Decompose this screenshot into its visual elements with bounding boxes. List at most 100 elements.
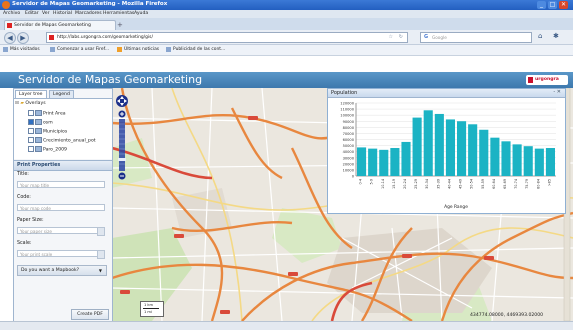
print-properties-header[interactable]: Print Properties bbox=[14, 160, 112, 171]
zoom-slider[interactable] bbox=[119, 119, 125, 171]
window-title: Servidor de Mapas Geomarketing - Mozilla… bbox=[12, 1, 168, 7]
chart-window-controls[interactable]: - ✕ bbox=[553, 89, 561, 95]
population-chart-window[interactable]: Population - ✕ 0 10000 20000 30000 40000 5000… bbox=[327, 88, 566, 214]
title-input[interactable]: Your map title bbox=[17, 181, 105, 188]
x-tick-label: 55-59 bbox=[481, 179, 485, 189]
tree-node-print-area[interactable]: Print Area bbox=[28, 110, 66, 117]
chart-bar bbox=[412, 117, 422, 176]
zoom-handle[interactable] bbox=[118, 158, 126, 161]
x-tick-label: 25-29 bbox=[414, 179, 418, 189]
home-icon[interactable]: ⌂ bbox=[538, 32, 542, 40]
firefox-icon bbox=[2, 1, 10, 9]
bookmark-icon bbox=[50, 47, 55, 52]
menu-marcadores[interactable]: Marcadores bbox=[75, 11, 102, 16]
mapbook-dropdown[interactable]: Do you want a Mapbook? ▼ bbox=[17, 265, 107, 276]
paper-size-label: Paper Size: bbox=[17, 218, 44, 223]
x-tick-label: 75-79 bbox=[525, 179, 529, 189]
tree-node-paro[interactable]: Paro_2009 bbox=[28, 146, 67, 153]
x-tick-label: 30-34 bbox=[425, 179, 429, 189]
search-bar[interactable]: G Google bbox=[420, 32, 532, 43]
chevron-down-icon[interactable] bbox=[97, 250, 105, 259]
new-tab-button[interactable]: + bbox=[117, 21, 123, 29]
title-label: Title: bbox=[17, 172, 29, 177]
layer-checkbox[interactable] bbox=[28, 146, 34, 152]
minimize-button[interactable]: _ bbox=[537, 1, 546, 9]
url-bar[interactable]: http://labs.urgongra.com/geomarketing/gi… bbox=[46, 32, 408, 43]
layer-icon bbox=[35, 146, 42, 152]
x-tick-label: 80-84 bbox=[536, 179, 540, 189]
rss-icon bbox=[117, 47, 122, 52]
chart-bar bbox=[445, 119, 455, 176]
star-icon[interactable]: ☆ bbox=[389, 34, 393, 40]
bookmark-mas-visitados[interactable]: Más visitados bbox=[10, 47, 40, 52]
print-properties-title: Print Properties bbox=[17, 163, 61, 168]
tree-node-municipios[interactable]: Municipios bbox=[28, 128, 67, 135]
chart-bar bbox=[479, 129, 489, 176]
layer-checkbox[interactable] bbox=[28, 119, 34, 125]
menu-historial[interactable]: Historial bbox=[53, 11, 72, 16]
y-tick-label: 110000 bbox=[340, 108, 354, 112]
zoom-control bbox=[115, 92, 129, 182]
y-tick-label: 20000 bbox=[343, 162, 355, 166]
layer-checkbox[interactable] bbox=[28, 110, 34, 116]
tab-label: Servidor de Mapas Geomarketing bbox=[14, 23, 91, 28]
chart-bar bbox=[368, 148, 378, 176]
chart-bar bbox=[534, 148, 544, 176]
mouse-coordinates: 434774.08000, 4469393.02000 bbox=[470, 313, 544, 318]
back-button[interactable]: ◀ bbox=[4, 32, 16, 44]
bookmark-ultimas-noticias[interactable]: Últimas noticias bbox=[124, 47, 159, 52]
app-title: Servidor de Mapas Geomarketing bbox=[18, 73, 203, 86]
url-favicon-icon bbox=[49, 35, 54, 40]
url-text: http://labs.urgongra.com/geomarketing/gi… bbox=[57, 35, 153, 40]
y-tick-label: 50000 bbox=[343, 144, 355, 148]
tree-label: Print Area bbox=[43, 111, 66, 117]
forward-button[interactable]: ▶ bbox=[17, 32, 29, 44]
chart-bar bbox=[501, 141, 511, 176]
close-button[interactable]: ✕ bbox=[559, 1, 568, 9]
chart-bar bbox=[434, 113, 444, 176]
scale-select[interactable]: Your print scale bbox=[17, 250, 105, 259]
x-tick-label: 20-24 bbox=[403, 179, 407, 189]
chart-bar bbox=[523, 146, 533, 176]
y-tick-label: 0 bbox=[352, 175, 355, 179]
addon-icon[interactable]: ✱ bbox=[553, 32, 559, 40]
tree-node-overlays[interactable]: ⊟ ▰ Overlays bbox=[15, 101, 46, 106]
maximize-button[interactable]: □ bbox=[548, 1, 557, 9]
tree-label: Municipios bbox=[43, 129, 68, 135]
menu-ayuda[interactable]: Ayuda bbox=[134, 11, 148, 16]
layer-icon bbox=[35, 137, 42, 143]
y-tick-label: 90000 bbox=[343, 120, 355, 124]
bookmark-publicidad[interactable]: Publicidad de las cont... bbox=[173, 47, 225, 52]
code-input[interactable]: Your map code bbox=[17, 204, 105, 211]
tree-node-crecimiento[interactable]: Crecimiento_anual_pot bbox=[28, 137, 96, 144]
chart-window-header[interactable]: Population - ✕ bbox=[328, 89, 565, 98]
bookmark-comenzar[interactable]: Comenzar a usar Firef... bbox=[57, 47, 109, 52]
tree-label: Crecimiento_anual_pot bbox=[43, 138, 96, 144]
tree-label: osm bbox=[43, 120, 53, 126]
chart-bar bbox=[490, 137, 500, 176]
menu-archivo[interactable]: Archivo bbox=[3, 11, 20, 16]
y-tick-label: 70000 bbox=[343, 132, 355, 136]
chevron-down-icon[interactable] bbox=[97, 227, 105, 236]
layer-icon bbox=[35, 119, 42, 125]
menu-editar[interactable]: Editar bbox=[25, 11, 39, 16]
population-chart: 0 10000 20000 30000 40000 50000 60000 70000 8000… bbox=[340, 102, 556, 210]
x-tick-label: 0-4 bbox=[359, 179, 363, 185]
x-tick-label: 45-49 bbox=[459, 179, 463, 189]
paper-size-select[interactable]: Your paper size bbox=[17, 227, 105, 236]
menu-ver[interactable]: Ver bbox=[42, 11, 50, 16]
search-placeholder: Google bbox=[432, 35, 447, 40]
chart-bar bbox=[401, 141, 411, 176]
layer-checkbox[interactable] bbox=[28, 128, 34, 134]
x-tick-label: 60-64 bbox=[492, 179, 496, 189]
chart-bar bbox=[423, 110, 433, 176]
menu-herramientas[interactable]: Herramientas bbox=[103, 11, 134, 16]
reload-icon[interactable]: ↻ bbox=[399, 34, 403, 40]
create-pdf-button[interactable]: Create PDF bbox=[71, 309, 109, 320]
layer-checkbox[interactable] bbox=[28, 137, 34, 143]
x-axis-label: Age Range bbox=[444, 204, 468, 210]
menu-bar: Archivo Editar Ver Historial Marcadores … bbox=[0, 10, 573, 18]
layer-icon bbox=[35, 128, 42, 134]
tree-node-osm[interactable]: osm bbox=[28, 119, 53, 126]
x-tick-label: 10-14 bbox=[381, 179, 385, 189]
